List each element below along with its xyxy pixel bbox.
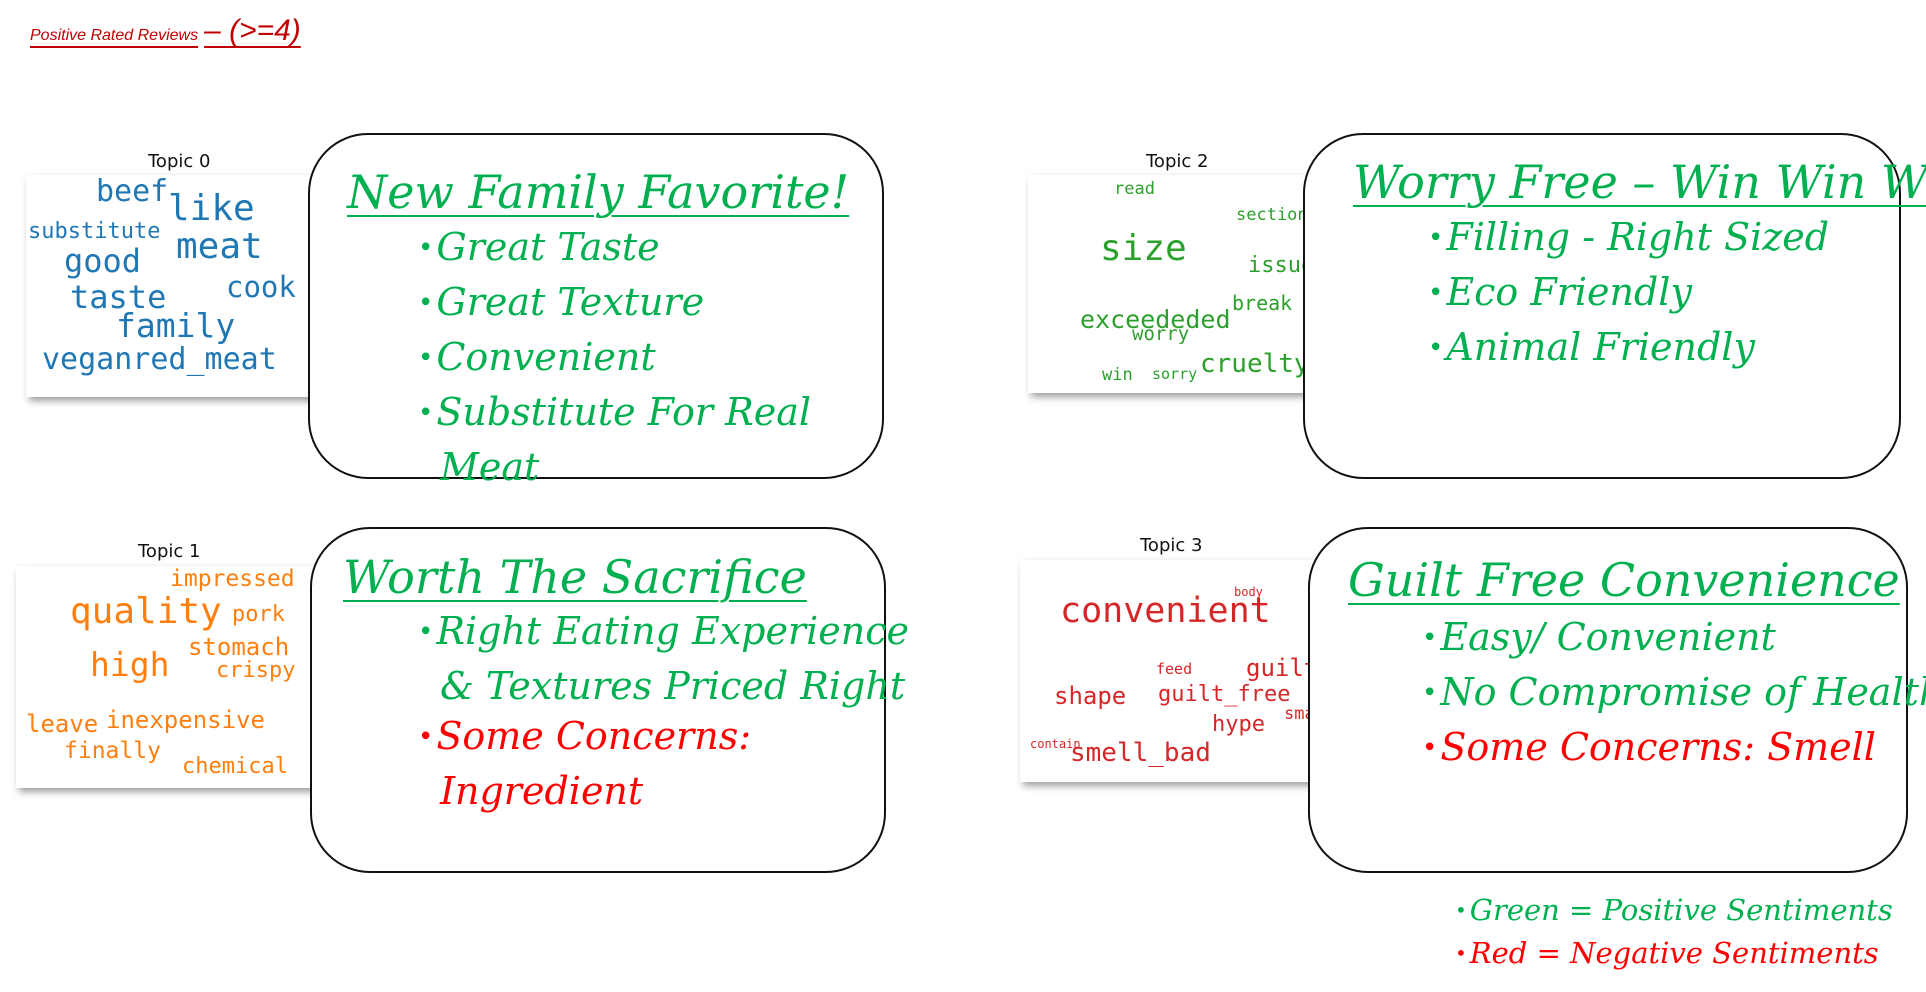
word: good (64, 242, 142, 280)
page-title: Positive Rated Reviews – (>=4) (30, 14, 301, 48)
word: pork (232, 602, 285, 627)
bullet-item: •Filling - Right Sized (1428, 215, 1830, 259)
topic-1-label: Topic 1 (138, 541, 201, 562)
word: stomach (188, 633, 290, 661)
word: read (1114, 179, 1155, 199)
word: win (1102, 365, 1133, 385)
topic-2-label: Topic 2 (1146, 151, 1209, 172)
topic-0-word-cloud: beef like substitute meat good taste coo… (26, 175, 334, 397)
topic-2-heading: Worry Free – Win Win Win (1353, 155, 1926, 209)
word: family (116, 306, 236, 345)
word: cook (226, 270, 296, 304)
word: quality (70, 591, 222, 632)
page-title-main: Positive Rated Reviews (30, 27, 199, 44)
word: size (1100, 228, 1187, 269)
word: like (168, 188, 255, 229)
bullet-item: •Animal Friendly (1428, 325, 1755, 369)
topic-3-bullets: •Easy/ Convenient •No Compromise of Heal… (1422, 612, 1926, 777)
page-title-subtitle: – (>=4) (204, 14, 301, 47)
bullet-item: •Some Concerns: Smell (1422, 725, 1876, 769)
topic-0-bullets: •Great Taste •Great Texture •Convenient … (418, 222, 811, 492)
word: chemical (182, 754, 288, 779)
word: section (1236, 205, 1308, 225)
topic-3-word-cloud: body convenient feed guilt shape guilt_f… (1020, 560, 1328, 782)
topic-3-label: Topic 3 (1140, 535, 1203, 556)
topic-1-word-cloud: impressed quality pork stomach high cris… (16, 566, 324, 788)
word: shape (1054, 682, 1127, 710)
bullet-item: •Convenient (418, 335, 656, 379)
legend-item-negative: • Red = Negative Sentiments (1455, 936, 1879, 970)
topic-0-label: Topic 0 (148, 151, 211, 172)
word: impressed (170, 566, 295, 592)
word: break (1232, 291, 1293, 315)
word: convenient (1060, 591, 1271, 631)
word: high (90, 645, 170, 684)
word: hype (1212, 712, 1265, 737)
word: sorry (1152, 365, 1198, 383)
topic-3-heading: Guilt Free Convenience (1348, 553, 1900, 607)
word: meat (176, 226, 263, 267)
topic-0-heading: New Family Favorite! (347, 165, 850, 219)
word: feed (1156, 660, 1193, 678)
sentiment-legend: • Green = Positive Sentiments • Red = Nega… (1455, 890, 1893, 976)
topic-1-heading: Worth The Sacrifice (343, 550, 807, 604)
topic-2-word-cloud: read section size issue break exceededed… (1028, 175, 1328, 393)
word: worry (1132, 323, 1190, 345)
word: veganred_meat (42, 342, 277, 377)
legend-item-positive: • Green = Positive Sentiments (1455, 893, 1893, 927)
bullet-item: •Substitute For Real Meat (418, 390, 811, 489)
word: inexpensive (106, 706, 265, 734)
word: beef (96, 175, 169, 209)
word: smell_bad (1070, 738, 1211, 768)
word: leave (26, 710, 99, 738)
bullet-item: •Great Texture (418, 280, 705, 324)
word: substitute (28, 219, 161, 244)
bullet-item: •Great Taste (418, 225, 660, 269)
word: finally (64, 738, 161, 764)
word: guilt_free (1158, 682, 1291, 707)
topic-2-bullets: •Filling - Right Sized •Eco Friendly •An… (1428, 212, 1829, 377)
bullet-item: •No Compromise of Health (1422, 670, 1926, 714)
bullet-item: •Right Eating Experience & Textures Price… (418, 609, 909, 708)
topic-1-bullets: •Right Eating Experience & Textures Price… (418, 606, 909, 816)
word: crispy (216, 658, 296, 683)
bullet-item: •Some Concerns: Ingredient (418, 714, 751, 813)
bullet-item: •Easy/ Convenient (1422, 615, 1776, 659)
word: cruelty (1200, 349, 1310, 379)
bullet-item: •Eco Friendly (1428, 270, 1692, 314)
